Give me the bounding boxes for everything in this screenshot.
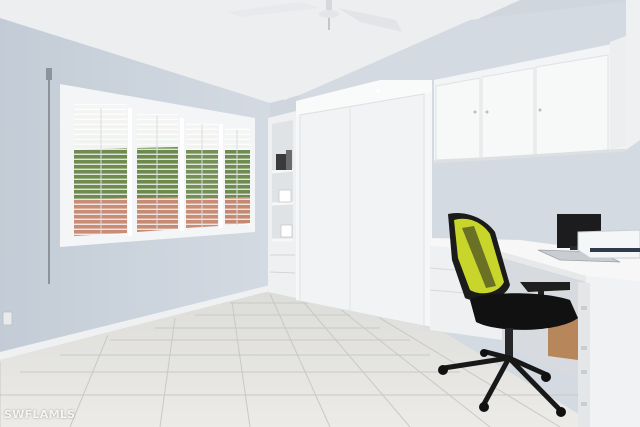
electrical-outlet-icon — [2, 311, 13, 326]
printer-icon — [577, 229, 640, 259]
shelf-unit — [268, 111, 296, 298]
watermark-text: SWFLAMLS — [4, 408, 76, 421]
room-photo: SWFLAMLS — [0, 0, 640, 427]
murphy-bed-cabinet — [296, 80, 432, 327]
room-illustration — [0, 0, 640, 427]
